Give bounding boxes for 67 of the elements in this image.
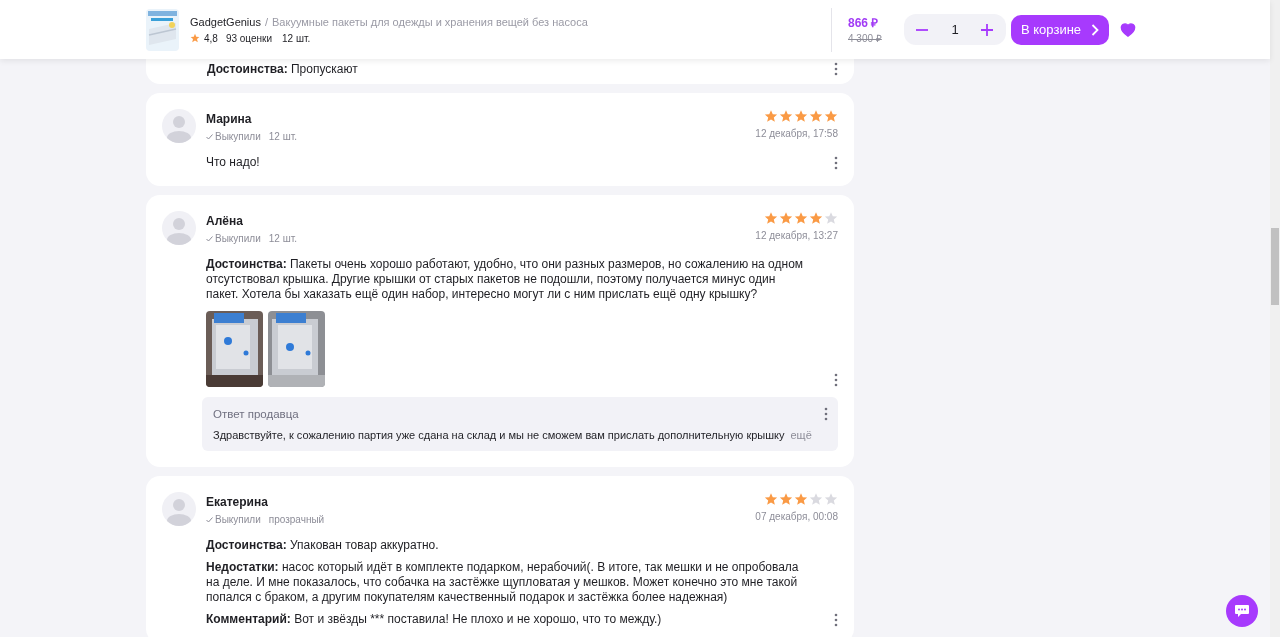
chat-button[interactable] [1226, 595, 1258, 627]
check-icon [206, 235, 213, 242]
reply-title: Ответ продавца [213, 408, 299, 420]
avatar-icon [162, 211, 196, 245]
favorite-button[interactable] [1120, 22, 1136, 37]
star-icon [779, 211, 793, 225]
star-icon [794, 109, 808, 123]
star-icon [779, 492, 793, 506]
star-icon [824, 211, 838, 225]
chat-icon [1234, 604, 1250, 618]
brand-link[interactable]: GadgetGenius [190, 15, 261, 28]
avatar-icon [162, 492, 196, 526]
review-text: Что надо! [206, 155, 261, 170]
plus-button[interactable] [980, 22, 994, 37]
separator: / [264, 15, 268, 28]
more-icon[interactable] [834, 613, 838, 627]
cart-button[interactable]: В корзине [1011, 14, 1109, 45]
star-icon [809, 492, 823, 506]
minus-icon [916, 28, 928, 31]
star-icon [764, 492, 778, 506]
purchased-label: Выкупили [206, 131, 261, 142]
variant-label: 12 шт. [268, 131, 297, 142]
reviewer-name: Марина [206, 112, 252, 126]
star-icon [764, 211, 778, 225]
variant-label: 12 шт. [282, 32, 311, 44]
more-icon[interactable] [824, 407, 828, 421]
star-icon [794, 492, 808, 506]
check-icon [206, 516, 213, 523]
variant-label: 12 шт. [268, 233, 297, 244]
plus-icon [980, 22, 994, 37]
scrollbar-thumb[interactable] [1271, 228, 1279, 305]
purchased-label: Выкупили [206, 233, 261, 244]
quantity-value: 1 [951, 22, 959, 37]
star-icon [764, 109, 778, 123]
ratings-count[interactable]: 93 оценки [225, 32, 273, 44]
review-date: 12 декабря, 13:27 [755, 230, 838, 241]
star-icon [809, 109, 823, 123]
product-title: Вакуумные пакеты для одежды и хранения вещей без насоса [272, 15, 588, 28]
reviewer-name: Екатерина [206, 495, 268, 509]
review-text: Достоинства: Пропускают [207, 62, 358, 76]
avatar-icon [162, 109, 196, 143]
rating-value: 4,8 [204, 32, 218, 44]
check-icon [206, 133, 213, 140]
star-icon [824, 492, 838, 506]
more-icon[interactable] [834, 373, 838, 387]
heart-icon [1120, 22, 1136, 37]
review-date: 07 декабря, 00:08 [755, 511, 838, 522]
scrollbar[interactable] [1270, 0, 1280, 637]
variant-label: прозрачный [268, 514, 325, 525]
star-icon [809, 211, 823, 225]
chevron-right-icon [1091, 23, 1099, 36]
old-price: 4 300 ₽ [848, 32, 883, 45]
reviewer-name: Алёна [206, 214, 243, 228]
star-icon [779, 109, 793, 123]
star-icon [190, 33, 200, 43]
star-icon [794, 211, 808, 225]
review-text: Достоинства: Пакеты очень хорошо работают, удобно, что они разных размеров, но сожалению на одном отсутствовал крышка. Другие крышки от старых пакетов не подошли, поэтому получается минус один пакет. Хотела бы хаказать ещё один набор, интересно могут ли с ним прислать ещё одну крышку? [206, 257, 805, 302]
more-icon[interactable] [834, 156, 838, 170]
more-icon[interactable] [834, 62, 838, 76]
price: 866 ₽ [848, 15, 880, 31]
review-date: 12 декабря, 17:58 [755, 128, 838, 139]
review-text: Комментарий: Вот и звёзды *** поставила! Не плохо и не хорошо, что то между.) [206, 612, 663, 627]
star-icon [824, 109, 838, 123]
reply-text: Здравствуйте, к сожалению партия уже сдана на склад и мы не сможем вам прислать дополнительную крышку [213, 429, 785, 441]
review-text: Достоинства: Упакован товар аккуратно. [206, 538, 440, 553]
review-text: Недостатки: насос который идёт в комплекте подарком, нерабочий(. В итоге, так мешки и не опробовала на деле. И мне показалось, что собачка на застёжке щупловатая у мешков. Может конечно это мне такой попался с браком, а другим покупателям качественный подарок и застёжка более надежная) [206, 560, 800, 605]
purchased-label: Выкупили [206, 514, 261, 525]
